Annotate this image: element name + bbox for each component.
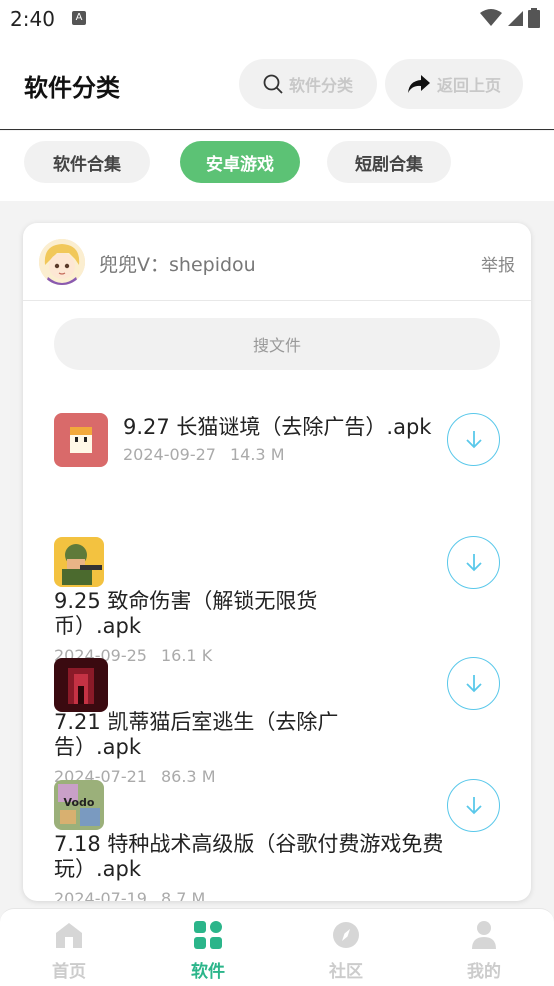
vodo-game-icon: Vodo bbox=[54, 780, 104, 830]
nav-profile-label: 我的 bbox=[467, 962, 501, 982]
file-size: 14.3 M bbox=[229, 445, 285, 464]
share-arrow-icon bbox=[407, 75, 430, 93]
divider bbox=[23, 300, 531, 301]
notification-icon: A bbox=[72, 11, 86, 25]
download-icon bbox=[465, 553, 482, 571]
wifi-icon bbox=[480, 9, 502, 26]
file-date: 2024-07-19 bbox=[54, 889, 147, 901]
file-search-input[interactable]: 搜文件 bbox=[54, 318, 500, 370]
back-label: 返回上页 bbox=[436, 76, 501, 95]
home-icon bbox=[56, 923, 82, 948]
file-date: 2024-09-27 bbox=[123, 445, 216, 464]
status-bar: 2:40 A bbox=[0, 0, 554, 38]
owner-name: 兜兜V：shepidou bbox=[99, 254, 256, 276]
category-search-label: 软件分类 bbox=[288, 76, 353, 95]
back-button[interactable]: 返回上页 bbox=[385, 59, 523, 109]
vodo-label: Vodo bbox=[64, 796, 95, 809]
nav-home-label: 首页 bbox=[52, 962, 86, 982]
tab-android-games[interactable]: 安卓游戏 bbox=[180, 141, 300, 183]
file-title: 9.25 致命伤害（解锁无限货币）.apk bbox=[54, 589, 318, 638]
tab-short-drama[interactable]: 短剧合集 bbox=[327, 141, 451, 183]
download-button[interactable] bbox=[447, 536, 500, 589]
download-icon bbox=[465, 796, 482, 814]
download-button[interactable] bbox=[447, 779, 500, 832]
file-item[interactable]: Vodo 7.18 特种战术高级版（谷歌付费游戏免费玩）.apk 2024-07… bbox=[23, 779, 531, 901]
file-item[interactable]: 7.21 凯蒂猫后室逃生（去除广告）.apk 2024-07-21 86.3 M bbox=[23, 657, 531, 786]
download-icon bbox=[465, 430, 482, 448]
file-title: 9.27 长猫谜境（去除广告）.apk bbox=[123, 415, 432, 439]
category-tabs: 软件合集 安卓游戏 短剧合集 bbox=[0, 131, 554, 201]
bottom-nav: 首页 软件 社区 我的 bbox=[0, 908, 554, 986]
nav-software[interactable]: 软件 bbox=[158, 909, 258, 986]
signal-icon bbox=[508, 11, 523, 26]
person-icon bbox=[472, 921, 496, 949]
file-size: 8.7 M bbox=[160, 889, 206, 901]
download-button[interactable] bbox=[447, 413, 500, 466]
file-item[interactable]: 9.25 致命伤害（解锁无限货币）.apk 2024-09-25 16.1 K bbox=[23, 536, 531, 665]
file-share-card: 兜兜V：shepidou 举报 搜文件 9.27 长猫谜境（去除广告）.apk … bbox=[23, 223, 531, 901]
category-search-button[interactable]: 软件分类 bbox=[239, 59, 377, 109]
report-link[interactable]: 举报 bbox=[481, 251, 515, 276]
soldier-game-icon bbox=[54, 537, 104, 587]
download-icon bbox=[465, 674, 482, 692]
nav-profile[interactable]: 我的 bbox=[434, 909, 534, 986]
compass-icon bbox=[333, 922, 359, 948]
battery-icon bbox=[528, 8, 540, 28]
file-meta: 2024-09-27 14.3 M bbox=[123, 445, 285, 464]
nav-home[interactable]: 首页 bbox=[19, 909, 119, 986]
status-time: 2:40 bbox=[10, 7, 55, 31]
search-icon bbox=[263, 74, 283, 94]
cat-game-icon bbox=[54, 413, 108, 467]
download-button[interactable] bbox=[447, 657, 500, 710]
apps-grid-icon bbox=[194, 921, 222, 949]
file-item[interactable]: 9.27 长猫谜境（去除广告）.apk 2024-09-27 14.3 M bbox=[23, 413, 531, 513]
tab-software-collection[interactable]: 软件合集 bbox=[24, 141, 150, 183]
file-meta: 2024-07-19 8.7 M bbox=[54, 889, 205, 901]
file-title: 7.21 凯蒂猫后室逃生（去除广告）.apk bbox=[54, 710, 339, 759]
backroom-game-icon bbox=[54, 658, 108, 712]
status-icons bbox=[480, 8, 540, 28]
nav-community[interactable]: 社区 bbox=[296, 909, 396, 986]
nav-community-label: 社区 bbox=[329, 962, 363, 982]
nav-software-label: 软件 bbox=[191, 962, 225, 982]
page-title: 软件分类 bbox=[24, 74, 120, 102]
file-title: 7.18 特种战术高级版（谷歌付费游戏免费玩）.apk bbox=[54, 832, 444, 881]
app-header: 软件分类 软件分类 返回上页 bbox=[0, 38, 554, 130]
avatar[interactable] bbox=[39, 239, 85, 285]
